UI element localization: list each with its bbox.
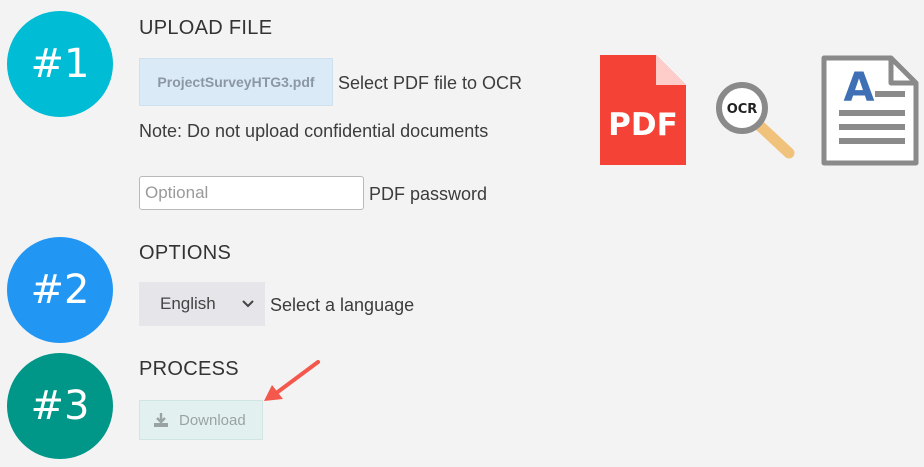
- download-button[interactable]: Download: [139, 400, 263, 440]
- confidential-note: Note: Do not upload confidential documen…: [139, 121, 489, 141]
- upload-file-heading: UPLOAD FILE: [139, 17, 273, 39]
- pointer-arrow-icon: [264, 360, 320, 401]
- step-3-number: #3: [30, 383, 90, 429]
- language-select[interactable]: English: [139, 282, 265, 326]
- pdf-password-label: PDF password: [369, 184, 488, 204]
- text-document-icon: A: [821, 55, 919, 166]
- process-heading: PROCESS: [139, 358, 239, 380]
- pdf-file-icon: PDF: [600, 55, 686, 165]
- ocr-icon-text: OCR: [727, 102, 758, 117]
- select-language-label: Select a language: [270, 295, 415, 315]
- step-1-number: #1: [30, 41, 90, 87]
- pdf-password-input[interactable]: [139, 176, 364, 210]
- ocr-magnifier-icon: OCR: [716, 82, 795, 159]
- document-icon-letter: A: [844, 65, 875, 111]
- choose-file-button[interactable]: ProjectSurveyHTG3.pdf: [139, 58, 333, 106]
- chevron-down-icon: [242, 300, 254, 308]
- selected-file-name: ProjectSurveyHTG3.pdf: [157, 74, 315, 90]
- language-selected-value: English: [160, 294, 216, 313]
- step-2-number: #2: [30, 267, 90, 313]
- step-3-badge: #3: [7, 353, 113, 459]
- select-pdf-label: Select PDF file to OCR: [338, 73, 523, 93]
- download-icon: [153, 412, 169, 428]
- options-heading: OPTIONS: [139, 242, 232, 264]
- download-label: Download: [179, 411, 246, 429]
- pdf-icon-text: PDF: [608, 107, 678, 143]
- step-1-badge: #1: [7, 11, 113, 117]
- step-2-badge: #2: [7, 237, 113, 343]
